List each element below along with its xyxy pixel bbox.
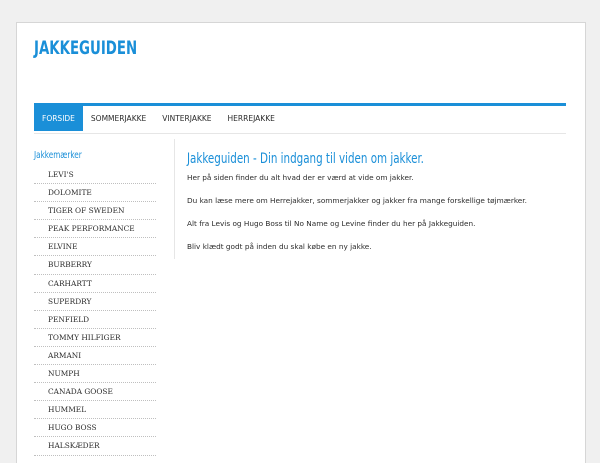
brand-list: LEVI'S DOLOMITE TIGER OF SWEDEN PEAK PER… <box>34 167 156 456</box>
sidebar-item-tommy-hilfiger[interactable]: TOMMY HILFIGER <box>34 330 156 347</box>
sidebar-item-carhartt[interactable]: CARHARTT <box>34 276 156 293</box>
nav-item-sommerjakke[interactable]: SOMMERJAKKE <box>83 106 154 131</box>
sidebar-item-canada-goose[interactable]: CANADA GOOSE <box>34 384 156 402</box>
main-nav: FORSIDE SOMMERJAKKE VINTERJAKKE HERREJAK… <box>34 103 566 131</box>
page-container: JAKKEGUIDEN FORSIDE SOMMERJAKKE VINTERJA… <box>16 22 586 463</box>
sidebar-item-elvine[interactable]: ELVINE <box>34 239 156 257</box>
sidebar-item-tiger-of-sweden[interactable]: TIGER OF SWEDEN <box>34 203 156 221</box>
intro-paragraph: Her på siden finder du alt hvad der er v… <box>187 173 414 182</box>
sidebar-item-hugo-boss[interactable]: HUGO BOSS <box>34 420 156 438</box>
site-logo[interactable]: JAKKEGUIDEN <box>34 37 137 59</box>
sidebar-item-levis[interactable]: LEVI'S <box>34 167 156 185</box>
body-paragraph: Du kan læse mere om Herrejakker, sommerj… <box>187 196 527 205</box>
sidebar-item-numph[interactable]: NUMPH <box>34 366 156 384</box>
sidebar-item-burberry[interactable]: BURBERRY <box>34 257 156 275</box>
main-content: Jakkeguiden - Din indgang til viden om j… <box>187 151 557 251</box>
body-paragraph: Alt fra Levis og Hugo Boss til No Name o… <box>187 219 476 228</box>
sidebar-item-armani[interactable]: ARMANI <box>34 348 156 366</box>
column-divider <box>174 139 175 259</box>
body-paragraph: Bliv klædt godt på inden du skal købe en… <box>187 242 372 251</box>
nav-item-forside[interactable]: FORSIDE <box>34 106 83 131</box>
sidebar-item-penfield[interactable]: PENFIELD <box>34 312 156 329</box>
nav-item-herrejakke[interactable]: HERREJAKKE <box>220 106 283 131</box>
sidebar-title: Jakkemærker <box>34 150 82 161</box>
sidebar-item-hummel[interactable]: HUMMEL <box>34 402 156 420</box>
page-title: Jakkeguiden - Din indgang til viden om j… <box>187 151 424 167</box>
nav-item-vinterjakke[interactable]: VINTERJAKKE <box>154 106 219 131</box>
sidebar-item-halskaeder[interactable]: HALSKÆDER <box>34 438 156 456</box>
nav-divider <box>34 133 566 134</box>
sidebar: Jakkemærker LEVI'S DOLOMITE TIGER OF SWE… <box>34 149 156 457</box>
sidebar-item-dolomite[interactable]: DOLOMITE <box>34 185 156 203</box>
sidebar-item-superdry[interactable]: SUPERDRY <box>34 294 156 311</box>
sidebar-item-peak-performance[interactable]: PEAK PERFORMANCE <box>34 221 156 239</box>
